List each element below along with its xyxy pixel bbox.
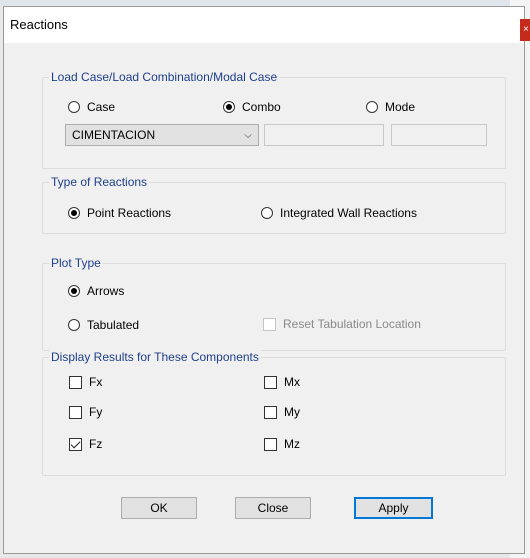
combo-radio[interactable]: Combo [223,100,281,114]
mode-radio[interactable]: Mode [366,100,415,114]
plot-type-group: Plot Type Arrows Tabulated Reset Tabulat… [42,256,506,351]
components-group: Display Results for These Components Fx … [42,350,506,476]
plot-type-legend: Plot Type [49,256,103,270]
mz-checkbox-box [264,437,277,451]
fx-checkbox-box [69,375,82,389]
reaction-type-group: Type of Reactions Point Reactions Integr… [42,175,506,234]
mode-radio-indicator [366,101,378,113]
point-reactions-radio[interactable]: Point Reactions [68,206,171,220]
close-button[interactable]: Close [235,497,311,519]
arrows-radio[interactable]: Arrows [68,284,124,298]
close-icon[interactable]: × [520,19,530,41]
fz-checkbox[interactable]: Fz [69,437,102,451]
tabulated-radio[interactable]: Tabulated [68,318,139,332]
tabulated-label: Tabulated [87,318,140,332]
reactions-dialog: Reactions × Load Case/Load Combination/M… [3,6,530,554]
mx-label: Mx [284,375,300,389]
point-reactions-radio-indicator [68,207,80,219]
arrows-radio-indicator [68,285,80,297]
case-radio[interactable]: Case [68,100,115,114]
combo-radio-label: Combo [242,100,281,114]
fx-checkbox[interactable]: Fx [69,375,102,389]
arrows-label: Arrows [87,284,125,298]
mx-checkbox[interactable]: Mx [264,375,300,389]
case-radio-indicator [68,101,80,113]
combo-select-value: CIMENTACION [72,128,156,142]
integrated-wall-radio-indicator [261,207,273,219]
my-checkbox[interactable]: My [264,405,300,419]
case-radio-label: Case [87,100,116,114]
fx-label: Fx [89,375,103,389]
combo-select[interactable]: CIMENTACION ⌵ [65,124,259,146]
my-checkbox-box [264,405,277,419]
case-field-1 [264,124,384,146]
integrated-wall-radio[interactable]: Integrated Wall Reactions [261,206,417,220]
point-reactions-label: Point Reactions [87,206,172,220]
my-label: My [284,405,300,419]
reset-tabulation-label: Reset Tabulation Location [283,317,421,331]
apply-button[interactable]: Apply [354,497,433,519]
chevron-down-icon: ⌵ [244,129,252,141]
reaction-type-legend: Type of Reactions [49,175,150,189]
fy-label: Fy [89,405,103,419]
mode-radio-label: Mode [385,100,416,114]
fz-checkbox-box [69,437,82,451]
dialog-title: Reactions [10,17,68,32]
load-case-group: Load Case/Load Combination/Modal Case Ca… [42,70,506,169]
tabulated-radio-indicator [68,319,80,331]
title-bar: Reactions × [4,7,530,43]
combo-radio-indicator [223,101,235,113]
mz-label: Mz [284,437,300,451]
fy-checkbox-box [69,405,82,419]
ok-button[interactable]: OK [121,497,197,519]
reset-tabulation-checkbox: Reset Tabulation Location [263,317,421,331]
case-field-2 [391,124,487,146]
fz-label: Fz [89,437,103,451]
mz-checkbox[interactable]: Mz [264,437,300,451]
fy-checkbox[interactable]: Fy [69,405,102,419]
integrated-wall-label: Integrated Wall Reactions [280,206,417,220]
reset-tabulation-checkbox-box [263,317,276,331]
mx-checkbox-box [264,375,277,389]
load-case-legend: Load Case/Load Combination/Modal Case [49,70,280,84]
components-legend: Display Results for These Components [49,350,261,364]
